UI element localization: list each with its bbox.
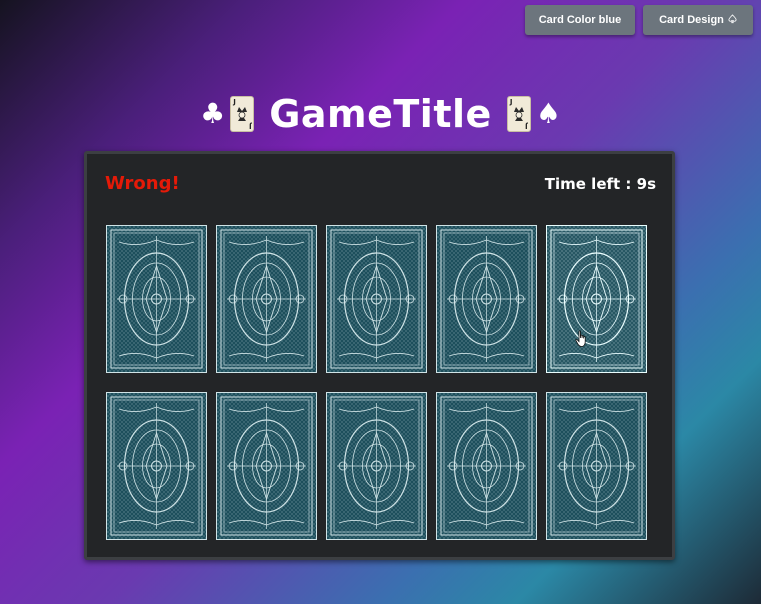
spade-suit-icon: ♠ xyxy=(535,97,561,130)
card[interactable] xyxy=(546,392,647,540)
jester-card-letter: J xyxy=(509,98,513,106)
card[interactable] xyxy=(216,392,317,540)
card[interactable] xyxy=(326,225,427,373)
jester-card-letter: J xyxy=(248,122,252,130)
card[interactable] xyxy=(216,225,317,373)
card[interactable] xyxy=(436,392,537,540)
spade-outline-icon xyxy=(728,13,737,27)
card[interactable] xyxy=(436,225,537,373)
game-header: ♣ J J GameTitle J J ♠ xyxy=(0,92,761,136)
jester-card-icon: J J xyxy=(231,97,254,131)
club-suit-icon: ♣ xyxy=(200,97,226,130)
card[interactable] xyxy=(546,225,647,373)
game-board: Wrong! Time left : 9s xyxy=(84,151,675,560)
card[interactable] xyxy=(326,392,427,540)
jester-card-letter: J xyxy=(525,122,528,130)
game-title: GameTitle xyxy=(269,92,492,136)
jester-card-letter: J xyxy=(233,98,236,106)
hand-cursor-icon xyxy=(575,330,586,347)
card[interactable] xyxy=(106,225,207,373)
time-left: Time left : 9s xyxy=(544,175,656,193)
result-status: Wrong! xyxy=(105,173,180,194)
card-color-button[interactable]: Card Color blue xyxy=(525,5,635,35)
toolbar: Card Color blue Card Design xyxy=(525,5,753,35)
card-design-label: Card Design xyxy=(659,14,724,26)
card-color-label: Card Color blue xyxy=(538,14,622,26)
jester-card-icon: J J xyxy=(507,97,530,131)
card-grid xyxy=(106,225,647,540)
card-design-button[interactable]: Card Design xyxy=(643,5,753,35)
card[interactable] xyxy=(106,392,207,540)
